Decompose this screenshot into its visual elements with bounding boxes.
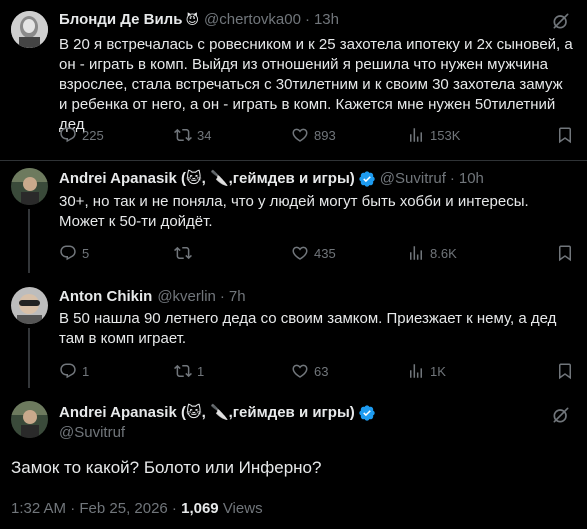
repost-count: 1 (197, 363, 205, 379)
repost-button[interactable]: 1 (174, 362, 204, 380)
tweet-text: В 50 нашла 90 летнего деда со своим замк… (59, 310, 557, 347)
repost-icon (174, 126, 192, 144)
tweet-2[interactable]: Andrei Apanasik (🐱, 🔪,геймдев и игры) @S… (0, 161, 587, 279)
verified-icon (358, 170, 376, 188)
bookmark-icon (556, 244, 574, 262)
repost-count: 34 (197, 127, 212, 143)
main-author-name-row: Andrei Apanasik (🐱, 🔪,геймдев и игры) (59, 403, 376, 423)
post-timestamp[interactable]: 1:32 AM · Feb 25, 2026 · (11, 500, 181, 517)
views-button[interactable]: 8.6K (407, 244, 457, 262)
main-author-handle-row: @Suvitruf (59, 423, 125, 443)
like-button[interactable]: 893 (291, 126, 336, 144)
reply-button[interactable]: 5 (59, 244, 89, 262)
views-label: Views (218, 500, 263, 517)
tweet-header: Блонди Де Виль 😈 @chertovka00 · 13h (59, 10, 339, 30)
avatar[interactable] (11, 11, 48, 48)
grok-icon[interactable] (551, 11, 571, 31)
reply-icon (59, 126, 77, 144)
grok-icon[interactable] (551, 405, 571, 425)
tweet-meta: 1:32 AM · Feb 25, 2026 · 1,069 Views (11, 500, 263, 517)
tweet-header: Anton Chikin @kverlin · 7h (59, 287, 246, 307)
separator: · (304, 11, 310, 28)
separator: · (449, 170, 455, 187)
action-bar: 1 1 63 1K (59, 361, 574, 381)
author-name[interactable]: Andrei Apanasik (🐱, 🔪,геймдев и игры) (59, 403, 355, 423)
reply-count: 225 (82, 127, 104, 143)
main-tweet: Andrei Apanasik (🐱, 🔪,геймдев и игры) @S… (0, 393, 587, 529)
like-button[interactable]: 63 (291, 362, 328, 380)
author-name[interactable]: Anton Chikin (59, 287, 152, 307)
tweet-1[interactable]: Блонди Де Виль 😈 @chertovka00 · 13h В 20… (0, 0, 587, 162)
timestamp[interactable]: 10h (459, 169, 484, 189)
author-handle[interactable]: @Suvitruf (380, 169, 446, 189)
reply-count: 1 (82, 363, 90, 379)
reply-button[interactable]: 225 (59, 126, 104, 144)
views-count: 1,069 (181, 500, 219, 517)
repost-button[interactable] (174, 244, 197, 262)
action-bar: 5 435 8.6K (59, 243, 574, 263)
verified-icon (358, 404, 376, 422)
views-button[interactable]: 1K (407, 362, 446, 380)
reply-icon (59, 244, 77, 262)
author-name[interactable]: Andrei Apanasik (🐱, 🔪,геймдев и игры) (59, 169, 355, 189)
timestamp[interactable]: 7h (229, 287, 246, 307)
like-icon (291, 126, 309, 144)
avatar[interactable] (11, 287, 48, 324)
author-name[interactable]: Блонди Де Виль (59, 10, 182, 30)
tweet-text: 30+, но так и не поняла, что у людей мог… (59, 193, 529, 230)
action-bar: 225 34 893 153K (59, 125, 574, 145)
separator: · (219, 288, 225, 305)
bookmark-button[interactable] (556, 362, 574, 380)
tweet-text: В 20 я встречалась с ровесником и к 25 з… (59, 36, 573, 133)
like-count: 435 (314, 245, 336, 261)
author-handle[interactable]: @kverlin (157, 287, 216, 307)
repost-icon (174, 244, 192, 262)
like-icon (291, 362, 309, 380)
views-button[interactable]: 153K (407, 126, 460, 144)
author-handle[interactable]: @chertovka00 (204, 10, 301, 30)
like-count: 63 (314, 363, 329, 379)
views-icon (407, 362, 425, 380)
main-tweet-text: Замок то какой? Болото или Инферно? (11, 458, 322, 477)
repost-icon (174, 362, 192, 380)
bookmark-button[interactable] (556, 244, 574, 262)
avatar[interactable] (11, 401, 48, 438)
views-count: 8.6K (430, 245, 457, 261)
tweet-3[interactable]: Anton Chikin @kverlin · 7h В 50 нашла 90… (0, 279, 587, 393)
like-button[interactable]: 435 (291, 244, 336, 262)
thread-line (28, 209, 30, 273)
views-icon (407, 244, 425, 262)
author-handle[interactable]: @Suvitruf (59, 423, 125, 443)
bookmark-icon (556, 362, 574, 380)
views-count: 153K (430, 127, 461, 143)
reply-button[interactable]: 1 (59, 362, 89, 380)
thread-line (28, 328, 30, 388)
timestamp[interactable]: 13h (314, 10, 339, 30)
bookmark-button[interactable] (556, 126, 574, 144)
reply-count: 5 (82, 245, 90, 261)
views-count: 1K (430, 363, 446, 379)
bookmark-icon (556, 126, 574, 144)
like-icon (291, 244, 309, 262)
tweet-header: Andrei Apanasik (🐱, 🔪,геймдев и игры) @S… (59, 169, 484, 189)
avatar[interactable] (11, 168, 48, 205)
like-count: 893 (314, 127, 336, 143)
reply-icon (59, 362, 77, 380)
devil-emoji: 😈 (185, 12, 199, 27)
repost-button[interactable]: 34 (174, 126, 211, 144)
views-icon (407, 126, 425, 144)
